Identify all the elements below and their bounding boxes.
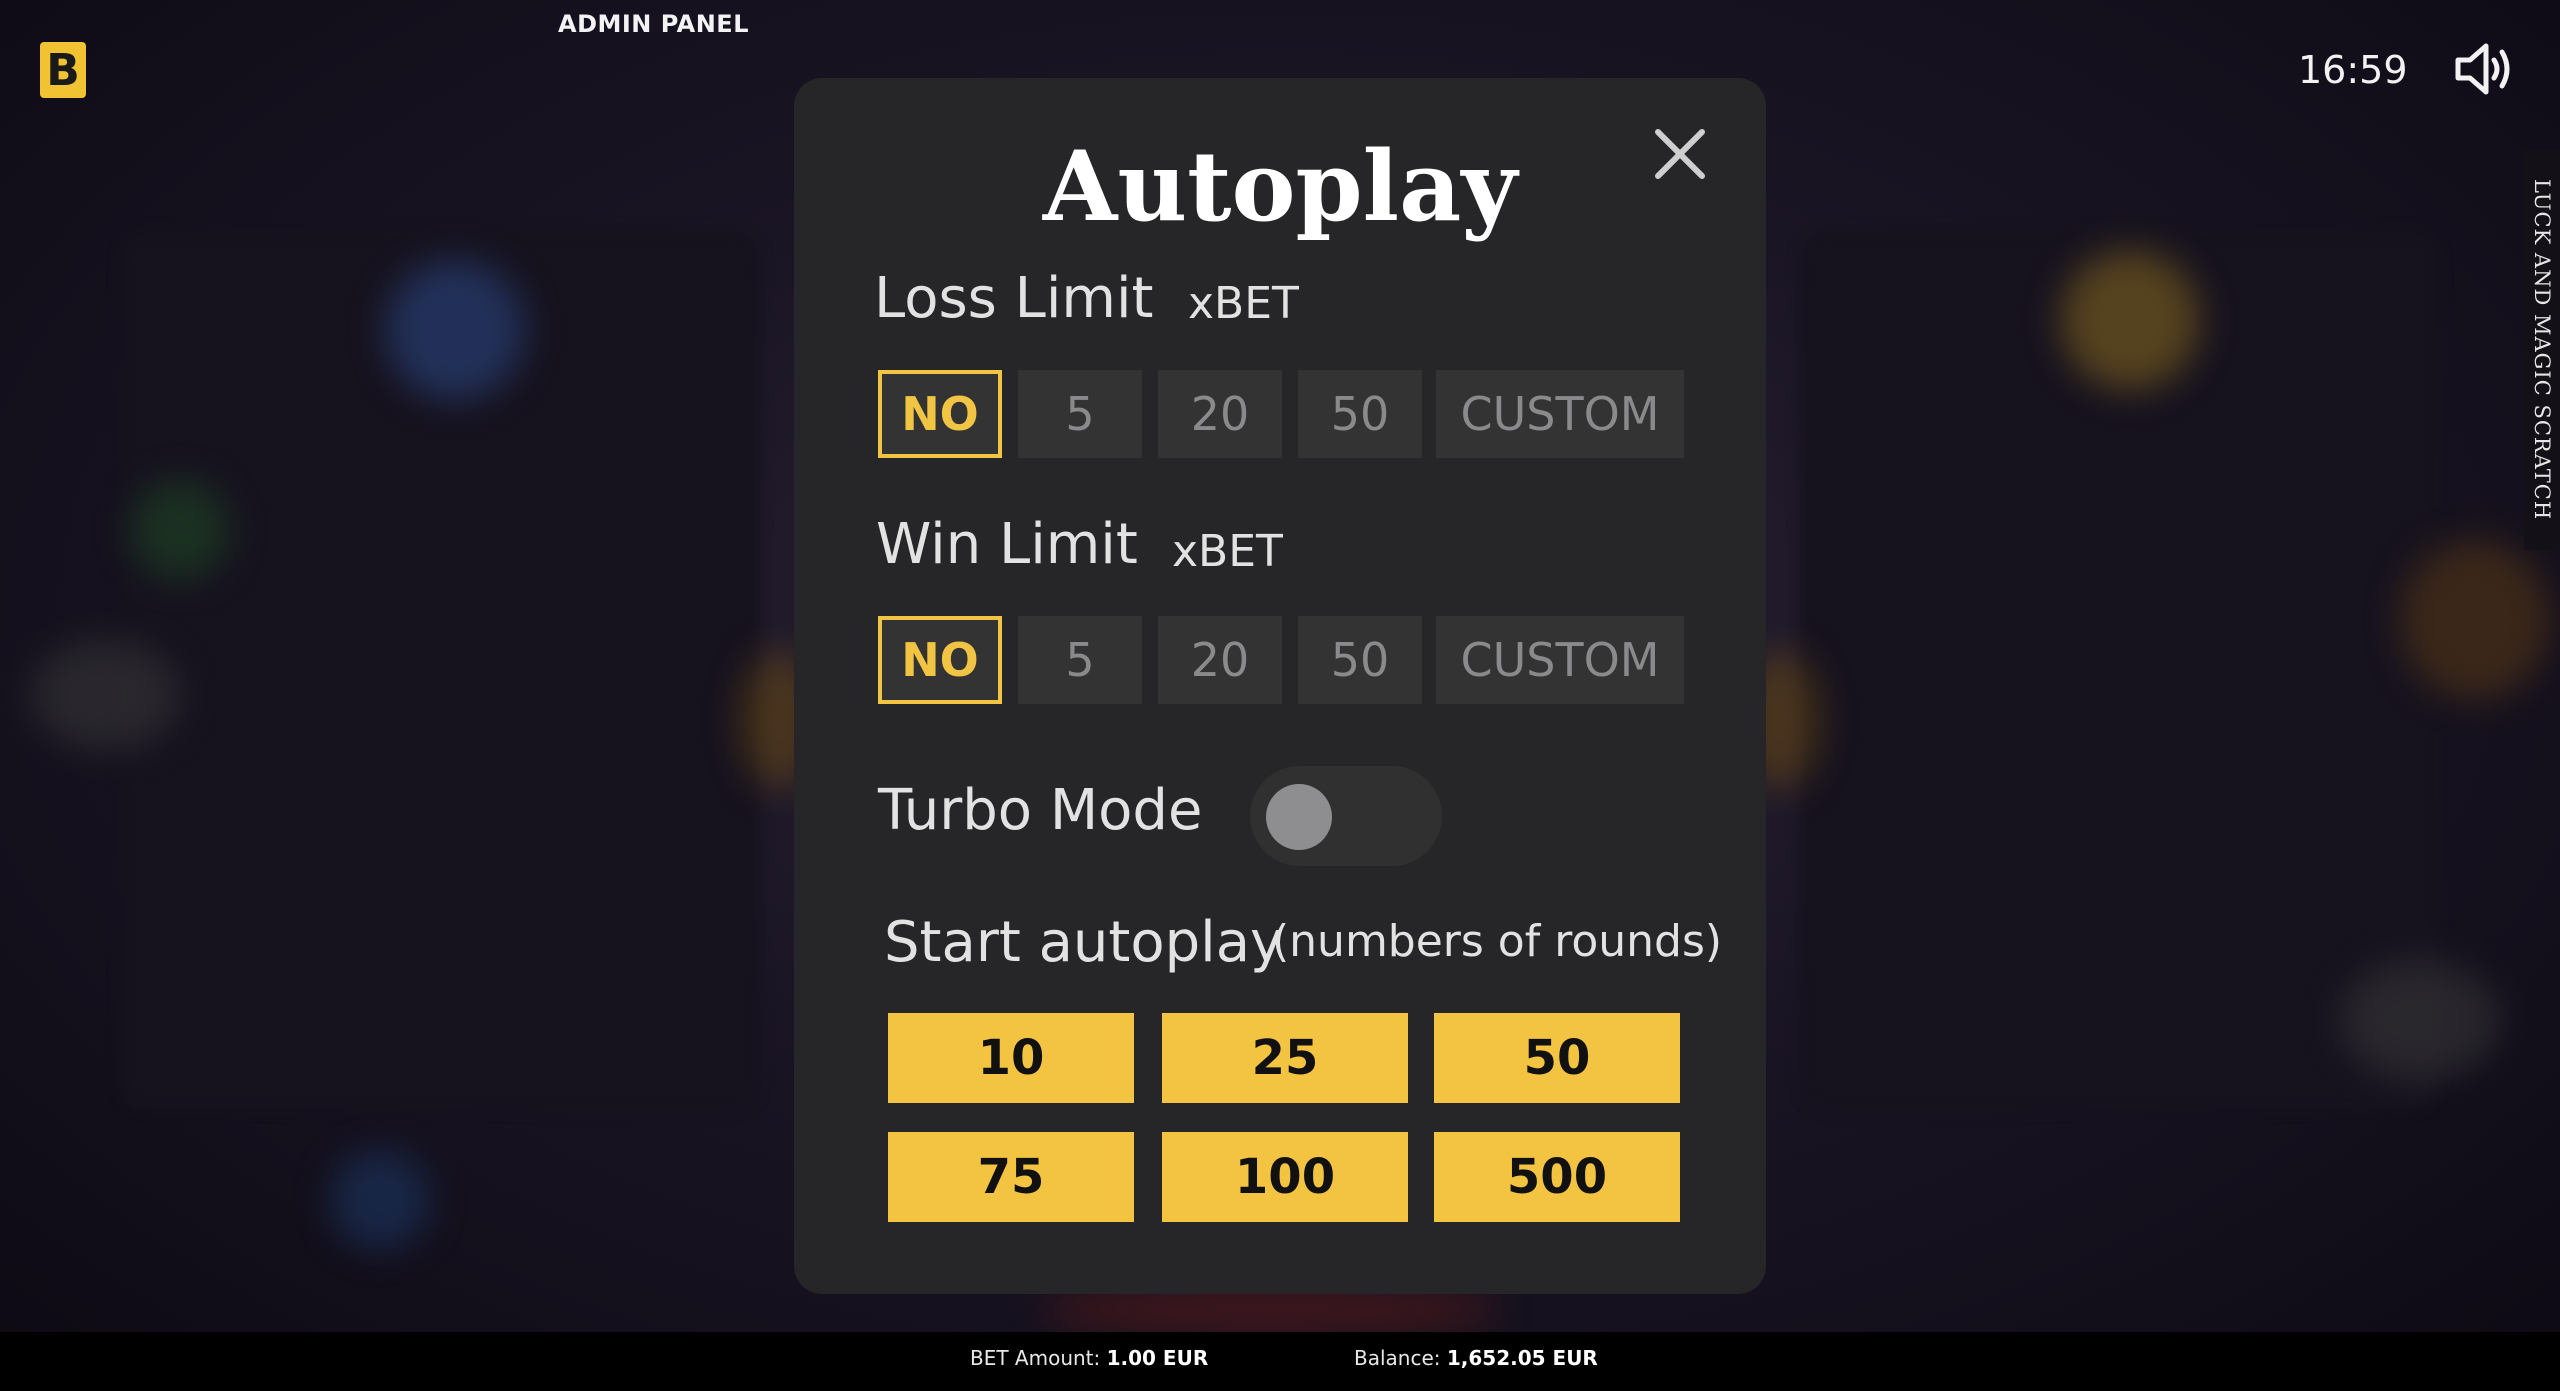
background-ring: [30, 640, 180, 750]
loss-limit-option-20[interactable]: 20: [1158, 370, 1282, 458]
loss-limit-option-50[interactable]: 50: [1298, 370, 1422, 458]
rounds-button-500[interactable]: 500: [1434, 1132, 1680, 1222]
rounds-button-50[interactable]: 50: [1434, 1013, 1680, 1103]
brand-logo: B: [40, 42, 86, 98]
bottom-status-bar: [0, 1332, 2560, 1391]
admin-panel-link[interactable]: ADMIN PANEL: [558, 10, 749, 38]
close-icon[interactable]: [1648, 122, 1712, 186]
win-limit-option-20[interactable]: 20: [1158, 616, 1282, 704]
background-horn: [2340, 960, 2500, 1080]
bet-amount-label: BET Amount:: [970, 1346, 1101, 1370]
turbo-mode-label: Turbo Mode: [878, 778, 1203, 843]
balance-label: Balance:: [1354, 1346, 1441, 1370]
background-shield-gold: [2060, 250, 2200, 390]
game-title-text: LUCK AND MAGIC SCRATCH: [2530, 179, 2554, 521]
autoplay-modal: Autoplay Loss Limit xBET NO 5 20 50 CUST…: [794, 78, 1766, 1294]
rounds-button-100[interactable]: 100: [1162, 1132, 1408, 1222]
win-limit-option-50[interactable]: 50: [1298, 616, 1422, 704]
loss-limit-option-custom[interactable]: CUSTOM: [1436, 370, 1684, 458]
win-limit-unit: xBET: [1172, 526, 1283, 577]
balance: Balance: 1,652.05 EUR: [1354, 1346, 1598, 1370]
background-lamp: [2400, 540, 2550, 700]
background-shield-blue: [385, 260, 525, 400]
modal-title: Autoplay: [1042, 130, 1518, 243]
toggle-knob: [1266, 784, 1332, 850]
speaker-icon[interactable]: [2452, 40, 2516, 98]
loss-limit-option-5[interactable]: 5: [1018, 370, 1142, 458]
background-gem-blue: [330, 1150, 430, 1250]
start-autoplay-sublabel: (numbers of rounds): [1272, 916, 1723, 967]
win-limit-option-5[interactable]: 5: [1018, 616, 1142, 704]
loss-limit-unit: xBET: [1188, 278, 1299, 329]
background-gem-green: [130, 480, 230, 580]
win-limit-option-custom[interactable]: CUSTOM: [1436, 616, 1684, 704]
win-limit-label: Win Limit: [876, 512, 1138, 577]
game-title-side-label: LUCK AND MAGIC SCRATCH: [2524, 150, 2560, 550]
rounds-button-75[interactable]: 75: [888, 1132, 1134, 1222]
bet-amount-value: 1.00 EUR: [1106, 1346, 1209, 1370]
balance-value: 1,652.05 EUR: [1446, 1346, 1598, 1370]
rounds-button-10[interactable]: 10: [888, 1013, 1134, 1103]
start-autoplay-label: Start autoplay: [884, 910, 1284, 975]
rounds-button-25[interactable]: 25: [1162, 1013, 1408, 1103]
bet-amount: BET Amount: 1.00 EUR: [970, 1346, 1208, 1370]
win-limit-option-no[interactable]: NO: [878, 616, 1002, 704]
loss-limit-option-no[interactable]: NO: [878, 370, 1002, 458]
loss-limit-label: Loss Limit: [874, 266, 1154, 331]
clock-time: 16:59: [2298, 48, 2408, 92]
turbo-mode-toggle[interactable]: [1250, 766, 1442, 866]
logo-letter: B: [46, 44, 80, 96]
game-background: B ADMIN PANEL 16:59 LUCK AND MAGIC SCRAT…: [0, 0, 2560, 1391]
